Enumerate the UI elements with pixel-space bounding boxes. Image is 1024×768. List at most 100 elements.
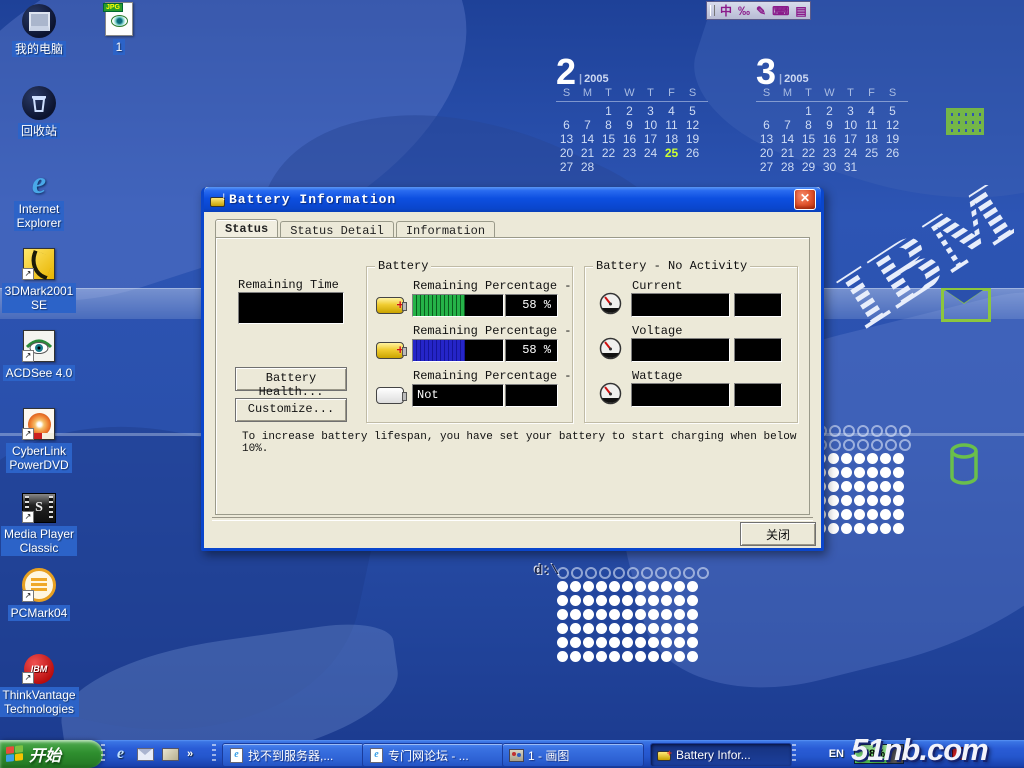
dot-grid-pattern <box>814 424 912 536</box>
wattage-unit-display <box>734 383 782 407</box>
window-titlebar[interactable]: ! Battery Information ✕ <box>204 187 821 212</box>
gauge-icon <box>599 382 622 410</box>
quick-launch-show-desktop-icon[interactable] <box>162 746 179 763</box>
desktop-icon-media-player-classic[interactable]: S↗Media Player Classic <box>0 487 82 557</box>
desktop-icon-label[interactable]: 1 <box>113 39 126 55</box>
quick-launch-ie-icon[interactable]: e <box>112 746 129 763</box>
my-computer-icon[interactable] <box>22 4 56 38</box>
wallpaper-cylinder-icon <box>948 443 980 490</box>
taskbar-separator[interactable] <box>212 744 216 764</box>
desktop-icon-recycle-bin[interactable]: 回收站 <box>0 84 82 140</box>
internet-explorer-icon[interactable]: e <box>32 166 46 198</box>
calendar-day: 1 <box>598 104 619 118</box>
shortcut-arrow-icon: ↗ <box>22 428 34 440</box>
ie-doc-icon: e <box>368 748 384 762</box>
calendar-day: 7 <box>577 118 598 132</box>
desktop-icon-pcmark04[interactable]: ↗PCMark04 <box>0 566 82 622</box>
battery-percentage-bar <box>412 339 504 362</box>
taskbar-button-1[interactable]: e找不到服务器,... <box>222 743 364 767</box>
desktop-icon-cyberlink-powerdvd[interactable]: ↗ CyberLink PowerDVD <box>0 404 82 474</box>
desktop-icon-label[interactable]: ThinkVantage Technologies <box>0 687 79 717</box>
calendar-weekday: S <box>556 87 577 100</box>
desktop-icon-3dmark2001-se[interactable]: ↗3DMark2001 SE <box>0 244 82 314</box>
taskbar-button-2[interactable]: e专门网论坛 - ... <box>362 743 504 767</box>
desktop-icon-label[interactable]: ACDSee 4.0 <box>3 365 76 381</box>
quick-launch-overflow-chevron[interactable]: » <box>187 748 193 760</box>
taskbar-button-4[interactable]: Battery Infor... <box>650 743 792 767</box>
battery-group-title: Battery <box>375 259 431 273</box>
desktop-icon-label[interactable]: 回收站 <box>18 123 60 139</box>
desktop-icon-thinkvantage-technologies[interactable]: IBM↗ThinkVantage Technologies <box>0 648 82 718</box>
remaining-percentage-label: Remaining Percentage - <box>413 369 571 383</box>
gauge-icon <box>599 337 622 365</box>
close-icon[interactable]: ✕ <box>794 189 816 210</box>
calendar-weekday: T <box>640 87 661 100</box>
quick-launch-mail-icon[interactable] <box>137 746 154 763</box>
customize-button[interactable]: Customize... <box>235 398 347 422</box>
ime-icon[interactable]: ▤ <box>795 4 806 18</box>
calendar-day: 20 <box>756 146 777 160</box>
battery-health-button[interactable]: Battery Health... <box>235 367 347 391</box>
desktop-icon-label[interactable]: PCMark04 <box>8 605 71 621</box>
taskbar-separator[interactable] <box>101 744 105 764</box>
calendar-march-2005: 32005SMTWTFS1234567891011121314151617181… <box>756 55 908 174</box>
desktop-icon-label[interactable]: CyberLink PowerDVD <box>6 443 71 473</box>
ime-icon[interactable]: ⌨ <box>772 4 789 18</box>
desktop-icon-my-computer[interactable]: 我的电脑 <box>0 2 82 58</box>
gauge-icon <box>599 292 622 320</box>
battery-percentage-value <box>505 384 558 407</box>
current-unit-display <box>734 293 782 317</box>
calendar-day: 24 <box>840 146 861 160</box>
ime-language-bar[interactable]: 中 ‰ ✎ ⌨ ▤ <box>706 1 811 20</box>
jpg-file-icon[interactable]: JPG <box>105 2 133 36</box>
ime-grip-handle[interactable] <box>710 5 715 16</box>
calendar-day <box>619 160 640 174</box>
calendar-weekday: M <box>577 87 598 100</box>
shortcut-arrow-icon: ↗ <box>22 511 34 523</box>
ime-icon[interactable]: ‰ <box>738 4 750 18</box>
calendar-day: 16 <box>619 132 640 146</box>
calendar-day: 30 <box>819 160 840 174</box>
recycle-bin-icon[interactable] <box>22 86 56 120</box>
battery-lifespan-message: To increase battery lifespan, you have s… <box>242 431 817 455</box>
calendar-day <box>556 104 577 118</box>
calendar-weekday: M <box>777 87 798 100</box>
taskbar-separator[interactable] <box>792 744 796 764</box>
calendar-day: 26 <box>682 146 703 160</box>
no-activity-group: Battery - No Activity CurrentVoltageWatt… <box>584 266 798 423</box>
current-label: Current <box>632 279 682 293</box>
start-label: 开始 <box>29 742 61 766</box>
taskbar-button-3[interactable]: 1 - 画图 <box>502 743 644 767</box>
calendar-year: 2005 <box>579 73 609 87</box>
language-indicator[interactable]: EN <box>829 748 844 760</box>
calendar-day: 6 <box>556 118 577 132</box>
desktop-icon-label[interactable]: Media Player Classic <box>1 526 77 556</box>
calendar-day: 21 <box>777 146 798 160</box>
calendar-day: 4 <box>861 104 882 118</box>
battery-group: Battery Remaining Percentage -+58 %Remai… <box>366 266 573 423</box>
calendar-day: 2 <box>819 104 840 118</box>
calendar-weekday: S <box>882 87 903 100</box>
calendar-day: 15 <box>598 132 619 146</box>
shortcut-arrow-icon: ↗ <box>22 350 34 362</box>
battery-charging-icon: + <box>376 342 404 359</box>
close-button[interactable]: 关闭 <box>740 522 816 546</box>
battery-percentage-bar <box>412 294 504 317</box>
taskbar-button-label: Battery Infor... <box>676 748 751 762</box>
calendar-day: 17 <box>840 132 861 146</box>
window-title: Battery Information <box>229 192 794 207</box>
calendar-day <box>661 160 682 174</box>
desktop-icon-label[interactable]: 我的电脑 <box>12 41 66 57</box>
ime-icon[interactable]: 中 <box>720 4 732 18</box>
ime-icon[interactable]: ✎ <box>756 4 766 18</box>
desktop-icon-internet-explorer[interactable]: eInternet Explorer <box>0 162 82 232</box>
desktop-icon-label[interactable]: 3DMark2001 SE <box>2 283 77 313</box>
battery-charging-icon: + <box>376 297 404 314</box>
desktop-icon-label[interactable]: Internet Explorer <box>14 201 65 231</box>
calendar-day: 14 <box>777 132 798 146</box>
start-button[interactable]: 开始 <box>0 740 103 768</box>
desktop-icon-jpg-file-1[interactable]: JPG 1 <box>76 0 162 56</box>
calendar-day: 5 <box>882 104 903 118</box>
voltage-unit-display <box>734 338 782 362</box>
desktop-icon-acdsee-40[interactable]: ↗ ACDSee 4.0 <box>0 326 82 382</box>
